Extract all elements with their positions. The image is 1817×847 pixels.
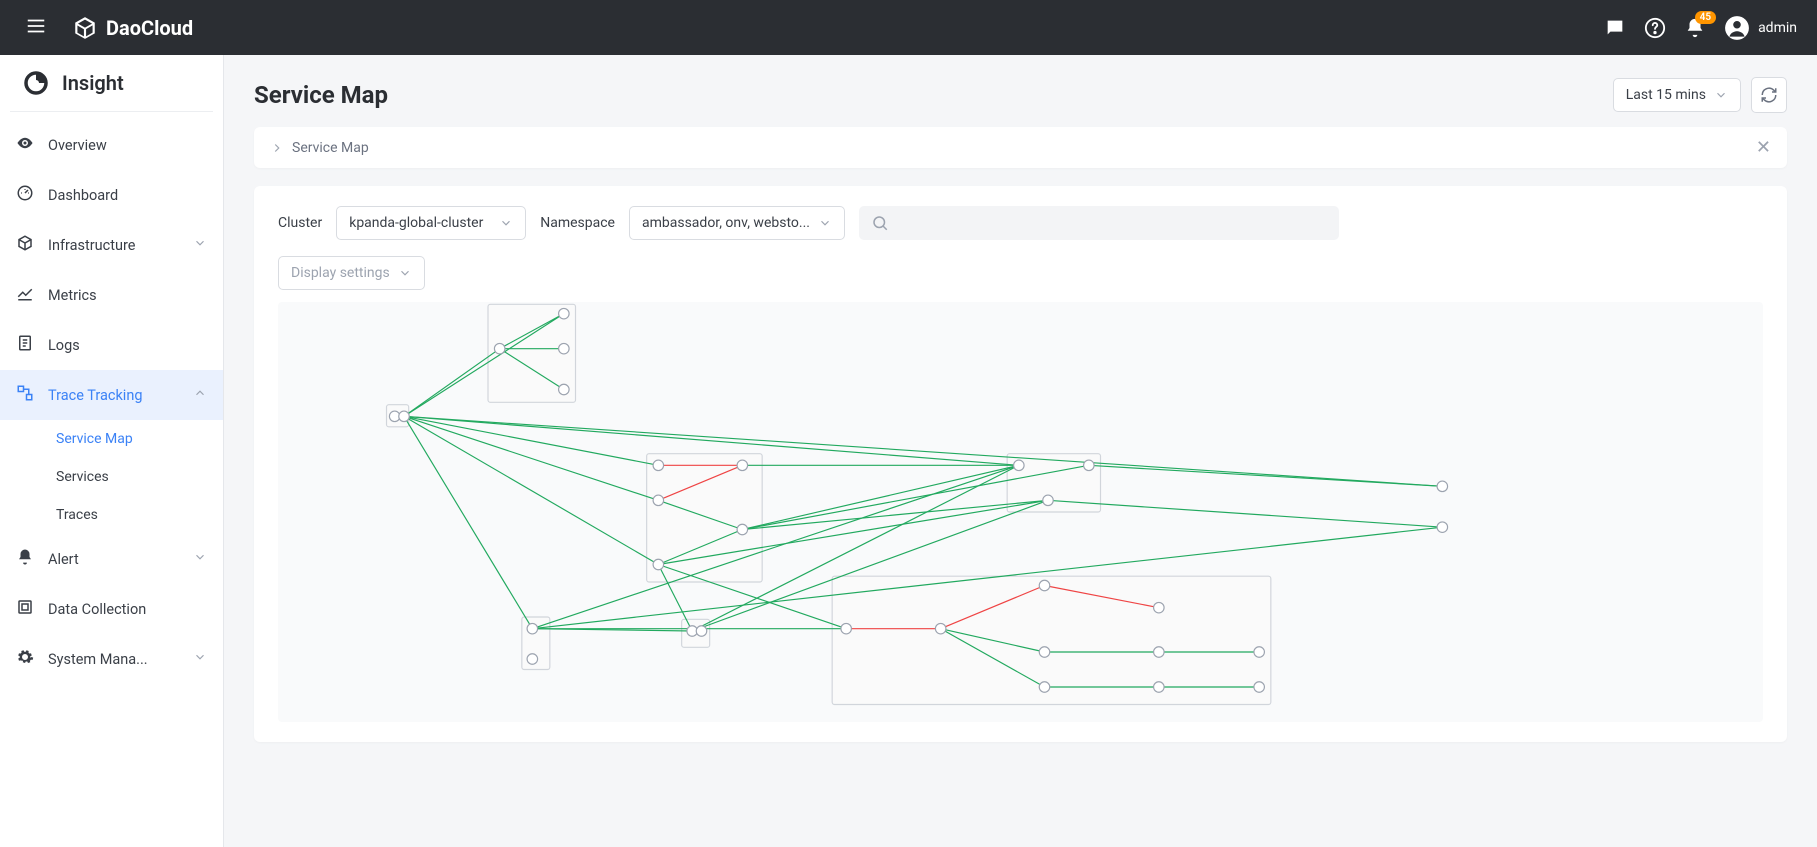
search-icon [871, 214, 889, 232]
sidebar-item-data-collection[interactable]: Data Collection [0, 584, 223, 634]
sidebar-item-label: Trace Tracking [48, 387, 142, 404]
app-title[interactable]: Insight [10, 55, 213, 112]
cube-icon [72, 15, 98, 41]
hamburger-menu-button[interactable] [20, 10, 52, 46]
sidebar-subitem-services[interactable]: Services [0, 458, 223, 496]
gear-icon [16, 648, 34, 670]
sidebar-item-dashboard[interactable]: Dashboard [0, 170, 223, 220]
breadcrumb-item[interactable]: Service Map [292, 140, 369, 156]
user-name: admin [1758, 20, 1797, 36]
sidebar-item-label: Metrics [48, 287, 97, 304]
namespace-label: Namespace [540, 215, 615, 231]
close-icon[interactable]: ✕ [1756, 137, 1771, 158]
sidebar-item-label: Infrastructure [48, 237, 135, 254]
cluster-label: Cluster [278, 215, 322, 231]
chevron-down-icon [499, 216, 513, 230]
sidebar-item-alert[interactable]: Alert [0, 534, 223, 584]
cube-icon [16, 234, 34, 256]
search-input[interactable] [859, 206, 1339, 240]
doc-icon [16, 334, 34, 356]
sidebar-subitem-traces[interactable]: Traces [0, 496, 223, 534]
messages-button[interactable] [1604, 17, 1626, 39]
sidebar-item-infrastructure[interactable]: Infrastructure [0, 220, 223, 270]
chevron-down-icon [193, 550, 207, 568]
trace-icon [16, 384, 34, 406]
bell-icon [16, 548, 34, 570]
sidebar-item-system-mana-[interactable]: System Mana... [0, 634, 223, 684]
help-icon [1644, 17, 1666, 39]
sidebar-item-overview[interactable]: Overview [0, 120, 223, 170]
chevron-down-icon [818, 216, 832, 230]
brand-name: DaoCloud [106, 16, 193, 40]
sidebar-item-trace-tracking[interactable]: Trace Tracking [0, 370, 223, 420]
sidebar-item-label: Logs [48, 337, 80, 354]
chart-icon [16, 284, 34, 306]
app-header: DaoCloud 45 admin [0, 0, 1817, 55]
sidebar-item-label: Dashboard [48, 187, 118, 204]
sidebar: Insight Overview Dashboard Infrastructure M… [0, 55, 224, 847]
sidebar-item-metrics[interactable]: Metrics [0, 270, 223, 320]
main-content: Service Map Last 15 mins Service Map ✕ C… [224, 55, 1817, 847]
service-map-canvas[interactable] [278, 302, 1763, 722]
brand-logo[interactable]: DaoCloud [72, 15, 193, 41]
refresh-button[interactable] [1751, 77, 1787, 113]
sidebar-item-logs[interactable]: Logs [0, 320, 223, 370]
notifications-button[interactable]: 45 [1684, 17, 1706, 39]
refresh-icon [1760, 86, 1778, 104]
sidebar-subitem-service-map[interactable]: Service Map [0, 420, 223, 458]
sidebar-item-label: Alert [48, 551, 79, 568]
collect-icon [16, 598, 34, 620]
chevron-down-icon [193, 650, 207, 668]
sidebar-item-label: Overview [48, 137, 107, 154]
namespace-select[interactable]: ambassador, onv, websto... [629, 206, 845, 240]
cluster-select[interactable]: kpanda-global-cluster [336, 206, 526, 240]
gauge-icon [16, 184, 34, 206]
chevron-right-icon [270, 141, 284, 155]
sidebar-item-label: Data Collection [48, 601, 146, 618]
chevron-down-icon [193, 236, 207, 254]
help-button[interactable] [1644, 17, 1666, 39]
message-icon [1604, 17, 1626, 39]
eye-icon [16, 134, 34, 156]
breadcrumb: Service Map ✕ [254, 127, 1787, 168]
avatar-icon [1724, 15, 1750, 41]
sidebar-item-label: System Mana... [48, 651, 148, 668]
insight-icon [24, 71, 48, 95]
chevron-down-icon [398, 266, 412, 280]
page-title: Service Map [254, 81, 388, 109]
time-range-select[interactable]: Last 15 mins [1613, 78, 1741, 112]
chevron-up-icon [193, 386, 207, 404]
display-settings-select[interactable]: Display settings [278, 256, 425, 290]
chevron-down-icon [1714, 88, 1728, 102]
user-menu[interactable]: admin [1724, 15, 1797, 41]
notification-badge: 45 [1695, 11, 1716, 24]
content-panel: Cluster kpanda-global-cluster Namespace … [254, 186, 1787, 742]
